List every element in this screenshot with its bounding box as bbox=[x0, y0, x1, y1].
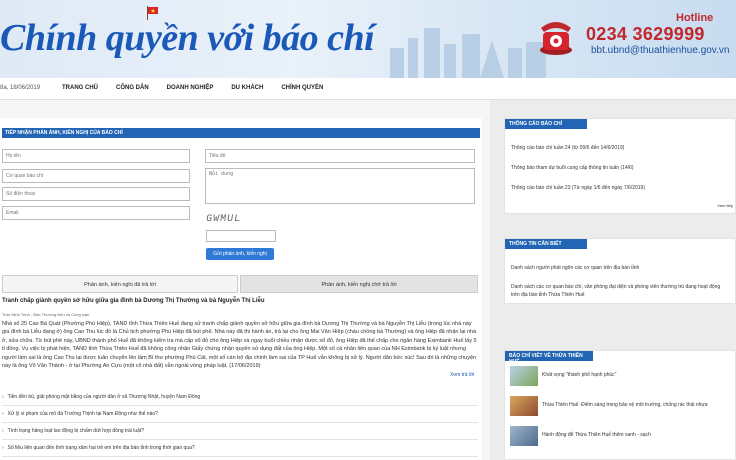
email-input[interactable] bbox=[2, 206, 190, 220]
nav-item-business[interactable]: DOANH NGHIỆP bbox=[167, 85, 214, 91]
nav-item-tourists[interactable]: DU KHÁCH bbox=[231, 85, 263, 91]
phone-input[interactable] bbox=[2, 187, 190, 201]
fullname-input[interactable] bbox=[2, 149, 190, 163]
list-item[interactable]: › Số liệu liên quan đến tình trạng xâm hạ… bbox=[2, 439, 478, 457]
agency-input[interactable] bbox=[2, 169, 190, 183]
news-title: Hành động để Thừa Thiên Huế thêm xanh - … bbox=[542, 432, 651, 438]
chevron-right-icon: › bbox=[2, 445, 4, 451]
list-item[interactable]: › Tình trạng hàng loạt lao động bị chấm d… bbox=[2, 422, 478, 440]
nav-menu: TRANG CHỦ CÔNG DÂN DOANH NGHIỆP DU KHÁCH… bbox=[62, 85, 341, 91]
press-release-item[interactable]: Thông báo tham dự buổi cung cấp thông ti… bbox=[505, 165, 735, 171]
tab-pending[interactable]: Phản ánh, kiến nghị chờ trả lời bbox=[240, 275, 478, 293]
site-header: Chính quyền với báo chí Hotline 0234 362… bbox=[0, 0, 736, 78]
list-item-text: Số liệu liên quan đến tình trạng xâm hại… bbox=[7, 445, 195, 451]
info-item[interactable]: Danh sách người phát ngôn các cơ quan tr… bbox=[505, 265, 735, 271]
captcha-image: GWMUL bbox=[205, 214, 242, 225]
news-thumbnail bbox=[510, 426, 538, 446]
chevron-right-icon: › bbox=[2, 411, 4, 417]
current-date: 8a, 18/06/2019 bbox=[0, 85, 41, 91]
city-skyline-illustration bbox=[390, 28, 546, 78]
chevron-right-icon: › bbox=[2, 428, 4, 434]
article-title[interactable]: Tranh chấp giành quyền sở hữu giữa gia đ… bbox=[2, 298, 265, 304]
hotline-label: Hotline bbox=[676, 12, 714, 24]
press-release-item[interactable]: Thông cáo báo chí tuần 23 (Từ ngày 1/6 đ… bbox=[505, 185, 735, 191]
content-textarea[interactable] bbox=[205, 168, 475, 204]
subject-input[interactable] bbox=[205, 149, 475, 163]
news-item[interactable]: Khát vọng "thành phố hạnh phúc" bbox=[510, 366, 736, 386]
article-author: Trần Minh Trịnh - Báo Thương hiệu và Côn… bbox=[2, 312, 90, 317]
press-release-heading: THÔNG CÁO BÁO CHÍ bbox=[505, 119, 587, 129]
captcha-input[interactable] bbox=[206, 230, 276, 242]
article-body: Nhà số 25 Cao Bá Quát (Phường Phú Hiệp),… bbox=[2, 321, 477, 370]
feedback-form-title: TIẾP NHẬN PHẢN ÁNH, KIẾN NGHỊ CỦA BÁO CH… bbox=[2, 128, 480, 138]
site-title: Chính quyền với báo chí bbox=[0, 17, 375, 59]
news-title: Thừa Thiên Huế: Điểm sáng trong bảo vệ m… bbox=[542, 402, 708, 408]
info-item[interactable]: Danh sách các cơ quan báo chí, văn phòng… bbox=[505, 283, 735, 299]
main-nav: 8a, 18/06/2019 TRANG CHỦ CÔNG DÂN DOANH … bbox=[0, 78, 736, 100]
info-heading: THÔNG TIN CẦN BIẾT bbox=[505, 239, 587, 249]
news-heading: BÁO CHÍ VIẾT VỀ THỪA THIÊN HUẾ bbox=[505, 351, 593, 365]
news-title: Khát vọng "thành phố hạnh phúc" bbox=[542, 372, 617, 378]
read-answer-link[interactable]: Xem trả lời bbox=[450, 372, 474, 378]
contact-email[interactable]: bbt.ubnd@thuathienhue.gov.vn bbox=[591, 45, 729, 56]
tab-answered[interactable]: Phản ánh, kiến nghị đã trả lời bbox=[2, 275, 238, 293]
press-release-box: THÔNG CÁO BÁO CHÍ Thông cáo báo chí tuần… bbox=[504, 118, 736, 214]
nav-item-government[interactable]: CHÍNH QUYỀN bbox=[281, 85, 323, 91]
news-thumbnail bbox=[510, 366, 538, 386]
list-item-text: Tình trạng hàng loạt lao động bị chấm dứ… bbox=[7, 428, 145, 434]
list-item[interactable]: › Tiền đền bù, giải phóng mặt bằng của ng… bbox=[2, 388, 478, 406]
news-item[interactable]: Thừa Thiên Huế: Điểm sáng trong bảo vệ m… bbox=[510, 396, 736, 416]
press-release-item[interactable]: Thông cáo báo chí tuần 24 (từ 09/6 đến 1… bbox=[505, 145, 735, 151]
news-thumbnail bbox=[510, 396, 538, 416]
list-item-text: Xử lý vi phạm của mô đá Trường Thịnh tại… bbox=[7, 411, 158, 417]
telephone-icon bbox=[540, 22, 572, 55]
info-box: THÔNG TIN CẦN BIẾT Danh sách người phát … bbox=[504, 238, 736, 304]
nav-item-home[interactable]: TRANG CHỦ bbox=[62, 85, 98, 91]
hotline-number[interactable]: 0234 3629999 bbox=[586, 24, 705, 45]
nav-item-citizens[interactable]: CÔNG DÂN bbox=[116, 85, 149, 91]
press-more-link[interactable]: Xem tiếp bbox=[505, 203, 735, 208]
news-item[interactable]: Hành động để Thừa Thiên Huế thêm xanh - … bbox=[510, 426, 736, 446]
chevron-right-icon: › bbox=[2, 394, 4, 400]
list-item[interactable]: › Xử lý vi phạm của mô đá Trường Thịnh tạ… bbox=[2, 405, 478, 423]
submit-feedback-button[interactable]: Gửi phản ánh, kiến nghị bbox=[206, 248, 274, 260]
list-item-text: Tiền đền bù, giải phóng mặt bằng của ngư… bbox=[7, 394, 201, 400]
